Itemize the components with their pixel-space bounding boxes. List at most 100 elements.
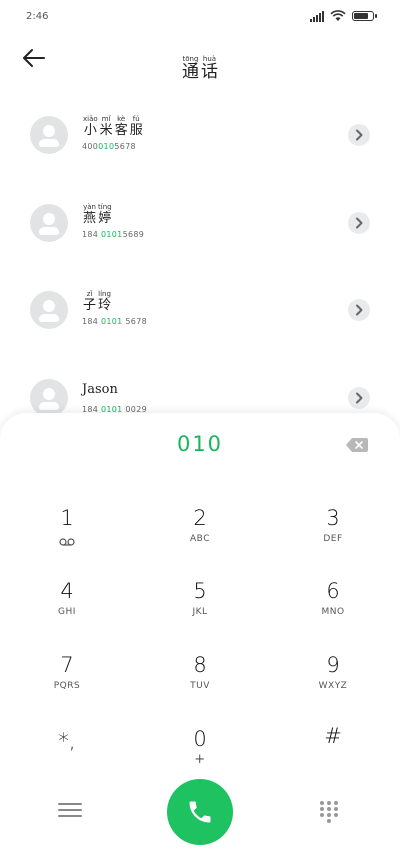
hanzi: 通	[182, 62, 199, 82]
number-part: 5678	[122, 317, 147, 326]
number-part: 184	[82, 230, 102, 239]
key-3[interactable]: 3 DEF	[278, 505, 388, 567]
chevron-right-icon	[356, 217, 363, 229]
hanzi: 话	[201, 62, 218, 82]
hanzi: 服	[129, 123, 143, 138]
key-9[interactable]: 9 WXYZ	[278, 652, 388, 714]
number-match: 010	[98, 142, 115, 151]
contact-detail-button[interactable]	[348, 387, 370, 409]
contact-row[interactable]: yàn 燕 tíng 婷 184 01015689	[0, 200, 400, 260]
wifi-icon	[330, 10, 346, 21]
hanzi: 客	[114, 123, 128, 138]
number-part: 5678	[114, 142, 136, 151]
key-5[interactable]: 5 JKL	[145, 578, 255, 640]
title-char: tōng 通	[182, 55, 199, 81]
key-8[interactable]: 8 TUV	[145, 652, 255, 714]
hanzi: 玲	[98, 298, 112, 313]
key-letters: WXYZ	[318, 681, 348, 691]
pinyin: mǐ	[101, 115, 111, 123]
contact-detail-button[interactable]	[348, 212, 370, 234]
avatar	[30, 379, 68, 417]
phone-icon	[189, 801, 211, 823]
contact-number: 4000105678	[82, 142, 136, 151]
status-bar: 2:46	[0, 0, 400, 34]
key-letters: MNO	[321, 607, 345, 617]
keypad-toggle-button[interactable]	[318, 801, 340, 825]
pinyin: xiǎo	[83, 115, 98, 123]
avatar	[30, 204, 68, 242]
key-letters: +	[194, 752, 206, 767]
pinyin: tíng	[98, 203, 112, 211]
key-letters: JKL	[192, 607, 208, 617]
pinyin: zǐ	[86, 290, 93, 298]
bottom-action-bar	[0, 779, 400, 845]
number-part: 5689	[122, 230, 145, 239]
key-digit: 4	[60, 579, 74, 603]
status-icons	[310, 10, 377, 22]
signal-icon	[310, 10, 324, 22]
key-digit: 0	[193, 727, 207, 751]
key-7[interactable]: 7 PQRS	[12, 652, 122, 714]
chevron-right-icon	[356, 392, 363, 404]
hanzi: 燕	[83, 211, 97, 226]
hanzi: 婷	[98, 211, 112, 226]
voicemail-icon	[59, 538, 75, 546]
backspace-icon	[346, 438, 368, 452]
contact-name: xiǎo 小 mǐ 米 kè 客 fú 服	[82, 112, 144, 138]
contact-name: Jason	[82, 382, 118, 397]
hanzi: 米	[99, 123, 113, 138]
contact-row[interactable]: zǐ 子 líng 玲 184 0101 5678	[0, 287, 400, 347]
avatar	[30, 116, 68, 154]
contact-detail-button[interactable]	[348, 124, 370, 146]
key-digit: 7	[60, 653, 74, 677]
key-letters: GHI	[58, 607, 76, 617]
key-letters: DEF	[323, 534, 343, 544]
number-match: 0101	[101, 230, 123, 239]
pinyin: líng	[98, 290, 111, 298]
battery-icon	[352, 11, 377, 21]
title-char: huà 话	[201, 55, 218, 81]
contact-detail-button[interactable]	[348, 299, 370, 321]
key-6[interactable]: 6 MNO	[278, 578, 388, 640]
key-digit: 1	[60, 506, 74, 530]
pinyin: yàn	[83, 203, 96, 211]
call-button[interactable]	[167, 779, 233, 845]
key-digit: 5	[193, 579, 207, 603]
avatar	[30, 291, 68, 329]
key-digit: 3	[326, 506, 340, 530]
contact-number: 184 0101 5678	[82, 317, 147, 326]
chevron-right-icon	[356, 129, 363, 141]
number-match: 0101	[101, 317, 123, 326]
contact-number: 184 01015689	[82, 230, 144, 239]
backspace-button[interactable]	[346, 437, 368, 452]
key-letters: PQRS	[53, 681, 81, 691]
chevron-right-icon	[356, 304, 363, 316]
contact-name: yàn 燕 tíng 婷	[82, 200, 113, 226]
menu-icon	[58, 803, 82, 817]
page-title: tōng 通 huà 话	[0, 46, 400, 81]
status-time: 2:46	[26, 11, 49, 22]
key-digit: 9	[326, 653, 340, 677]
contact-name: zǐ 子 líng 玲	[82, 287, 112, 313]
key-digit: *,	[58, 729, 76, 753]
number-part: 184	[82, 317, 102, 326]
pinyin: kè	[117, 115, 126, 123]
key-4[interactable]: 4 GHI	[12, 578, 122, 640]
key-digit: 6	[326, 579, 340, 603]
key-digit: 2	[193, 506, 207, 530]
key-hash[interactable]: #	[278, 723, 388, 785]
dial-input[interactable]: 010	[0, 432, 400, 456]
menu-button[interactable]	[58, 803, 82, 823]
key-2[interactable]: 2 ABC	[145, 505, 255, 567]
number-part: 400	[82, 142, 99, 151]
key-1[interactable]: 1	[12, 505, 122, 567]
pinyin: fú	[132, 115, 140, 123]
key-digit: #	[324, 724, 342, 748]
contact-row[interactable]: xiǎo 小 mǐ 米 kè 客 fú 服 4000105678	[0, 112, 400, 172]
hanzi: 小	[83, 123, 97, 138]
header: tōng 通 huà 话	[0, 40, 400, 81]
key-letters: TUV	[190, 681, 210, 691]
key-letters: ABC	[190, 534, 210, 544]
hanzi: 子	[83, 298, 97, 313]
key-digit: 8	[193, 653, 207, 677]
